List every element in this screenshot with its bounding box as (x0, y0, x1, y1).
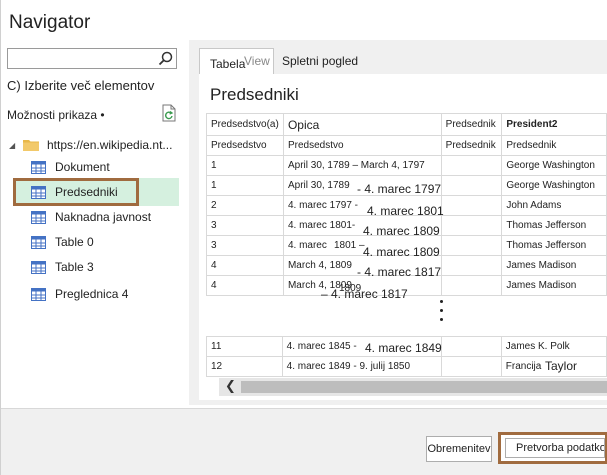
table-cell: Thomas Jefferson (501, 215, 607, 236)
table-cell: 4 (206, 275, 284, 296)
table-cell (440, 215, 503, 236)
table-cell (441, 336, 502, 357)
table-header-row: Predsedstvo(a) Opica Predsednik Presiden… (206, 113, 607, 136)
table-cell (440, 155, 503, 176)
table-cell: Thomas Jefferson (501, 235, 607, 256)
table-cell: James Madison (501, 275, 607, 296)
window-title: Navigator (9, 12, 91, 33)
table-cell (440, 195, 503, 216)
overlay-text: - 4. marec 1797 (357, 182, 442, 196)
table-cell: 1 (206, 175, 284, 196)
scroll-left-icon[interactable]: ❮ (225, 378, 236, 394)
search-icon[interactable] (157, 50, 174, 67)
overlay-text: – 4. marec 1817 (321, 287, 408, 301)
table-cell: 3 (206, 215, 284, 236)
table-icon (31, 287, 46, 301)
overlay-text: 1809 (339, 283, 362, 294)
table-icon (31, 235, 46, 249)
transform-data-button[interactable]: Pretvorba podatkov (505, 438, 605, 458)
horizontal-scrollbar[interactable]: ❮ (219, 378, 607, 396)
table-cell: 3 (206, 235, 284, 256)
table-row: 1 April 30, 1789 – March 4, 1797 George … (206, 155, 607, 176)
table-cell: George Washington (501, 175, 607, 196)
overlay-text: 1801 – (334, 240, 365, 251)
table-cell: Predsedstvo (206, 135, 284, 156)
table-icon (31, 260, 46, 274)
nav-item-dokument[interactable]: Dokument (31, 156, 110, 178)
column-header[interactable]: Opica (282, 113, 442, 136)
ellipsis-vertical-icon (439, 300, 445, 327)
highlight-frame (13, 178, 139, 206)
table-cell (440, 175, 503, 196)
tab-web-view[interactable]: Spletni pogled (282, 54, 358, 68)
table-cell (440, 235, 503, 256)
table-icon (31, 210, 46, 224)
nav-item-preglednica-4[interactable]: Preglednica 4 (31, 283, 128, 305)
table-cell: 4. marec 1849 - 9. julij 1850 (281, 356, 443, 377)
tab-label-overlay: View (244, 54, 270, 68)
table-cell: Predsednik (501, 135, 607, 156)
table-cell: Predsedstvo (282, 135, 442, 156)
collapse-caret-icon[interactable]: ◢ (9, 141, 23, 150)
refresh-icon[interactable] (161, 104, 177, 122)
select-multiple-checkbox[interactable]: C) Izberite več elementov (7, 78, 154, 93)
table-cell: 2 (206, 195, 284, 216)
overlay-text: 4. marec 1849 (365, 341, 442, 355)
nav-item-label: Naknadna javnost (55, 210, 152, 224)
table-cell: 12 (206, 356, 283, 377)
table-icon (31, 160, 46, 174)
tab-label: Tabela (210, 57, 246, 71)
tree-root-node[interactable]: ◢ https://en.wikipedia.nt... (9, 135, 172, 155)
table-cell: 4 (206, 255, 284, 276)
table-subheader-row: Predsedstvo Predsedstvo Predsednik Preds… (206, 135, 607, 156)
table-cell: 1 (206, 155, 284, 176)
overlay-text: 4. marec 1809 (363, 245, 440, 259)
nav-item-label: Dokument (55, 160, 110, 174)
overlay-text: - 4. marec 1817 (357, 265, 442, 279)
column-header[interactable]: President2 (501, 113, 607, 136)
table-cell: George Washington (501, 155, 607, 176)
overlay-text: 4. marec 1809 (363, 224, 440, 238)
tree-root-label: https://en.wikipedia.nt... (47, 138, 173, 152)
table-cell (440, 255, 503, 276)
table-cell: James K. Polk (500, 336, 607, 357)
table-cell: Predsednik (440, 135, 503, 156)
overlay-text: Taylor (545, 359, 578, 373)
overlay-text: 4. marec 1801 (367, 204, 444, 218)
transform-data-button-frame: Pretvorba podatkov (498, 432, 607, 464)
table-cell: April 30, 1789 – March 4, 1797 (282, 155, 442, 176)
nav-item-table-0[interactable]: Table 0 (31, 231, 94, 253)
nav-item-naknadna-javnost[interactable]: Naknadna javnost (31, 206, 151, 228)
table-cell: John Adams (501, 195, 607, 216)
column-header[interactable]: Predsedstvo(a) (206, 113, 284, 136)
search-input[interactable] (7, 48, 177, 69)
table-cell (440, 275, 503, 296)
load-button[interactable]: Obremenitev (426, 436, 492, 462)
scrollbar-thumb[interactable] (241, 381, 607, 393)
nav-item-label: Table 3 (55, 260, 94, 274)
table-cell: 11 (206, 336, 283, 357)
display-options-button[interactable]: Možnosti prikaza • (7, 108, 105, 122)
navigator-window: Navigator C) Izberite več elementov Možn… (0, 0, 607, 475)
tab-table-view[interactable]: Tabela View (199, 48, 274, 74)
preview-title: Predsedniki (210, 85, 299, 104)
nav-item-label: Table 0 (55, 235, 94, 249)
table-cell (441, 356, 502, 377)
folder-icon (23, 140, 39, 151)
nav-item-table-3[interactable]: Table 3 (31, 256, 94, 278)
nav-item-label: Preglednica 4 (55, 287, 129, 301)
table-cell: James Madison (501, 255, 607, 276)
column-header[interactable]: Predsednik (440, 113, 503, 136)
